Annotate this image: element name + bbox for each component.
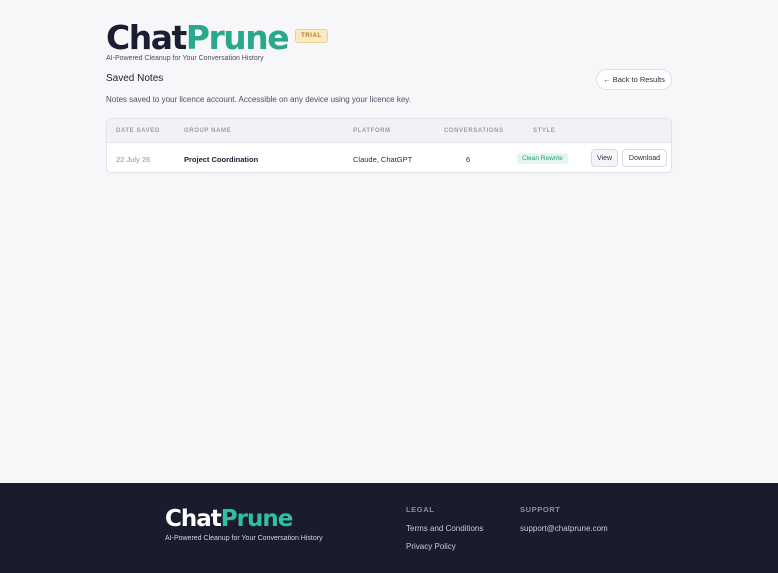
tagline: AI-Powered Cleanup for Your Conversation… [106, 55, 264, 62]
view-button[interactable]: View [591, 149, 618, 167]
footer-logo-prune: Prune [220, 506, 294, 532]
row-group-name: Project Coordination [184, 155, 259, 164]
support-email-link[interactable]: support@chatprune.com [520, 524, 608, 533]
table-row: 22 July 26 Project Coordination Claude, … [107, 144, 671, 172]
column-group-name: GROUP NAME [184, 128, 232, 134]
footer-logo-chat: Chat [165, 506, 222, 532]
page-title: Saved Notes [106, 73, 164, 84]
trial-badge: TRIAL [295, 29, 328, 43]
column-date-saved: DATE SAVED [116, 128, 160, 134]
column-platform: PLATFORM [353, 128, 391, 134]
footer-logo[interactable]: ChatPrune [165, 505, 294, 533]
table-header: DATE SAVED GROUP NAME PLATFORM CONVERSAT… [107, 119, 671, 143]
column-style: STYLE [533, 128, 556, 134]
download-button[interactable]: Download [622, 149, 667, 167]
logo-chat: Chat [106, 18, 187, 57]
privacy-link[interactable]: Privacy Policy [406, 542, 456, 551]
back-to-results-button[interactable]: ← Back to Results [596, 69, 672, 90]
footer: ChatPrune AI-Powered Cleanup for Your Co… [0, 483, 778, 573]
header-brand: ChatPrune TRIAL [106, 18, 328, 58]
footer-tagline: AI-Powered Cleanup for Your Conversation… [165, 535, 323, 542]
style-badge: Clean Rewrite [517, 153, 568, 164]
row-platform: Claude, ChatGPT [353, 155, 413, 164]
column-conversations: CONVERSATIONS [444, 128, 504, 134]
logo[interactable]: ChatPrune [106, 18, 290, 58]
row-conversations: 6 [466, 155, 471, 164]
footer-support-heading: SUPPORT [520, 505, 561, 514]
terms-link[interactable]: Terms and Conditions [406, 524, 483, 533]
row-date: 22 July 26 [116, 155, 151, 164]
logo-prune: Prune [185, 18, 290, 57]
saved-notes-table: DATE SAVED GROUP NAME PLATFORM CONVERSAT… [106, 118, 672, 173]
main-page: ChatPrune TRIAL AI-Powered Cleanup for Y… [0, 0, 778, 483]
footer-legal-heading: LEGAL [406, 505, 435, 514]
page-description: Notes saved to your licence account. Acc… [106, 95, 411, 104]
